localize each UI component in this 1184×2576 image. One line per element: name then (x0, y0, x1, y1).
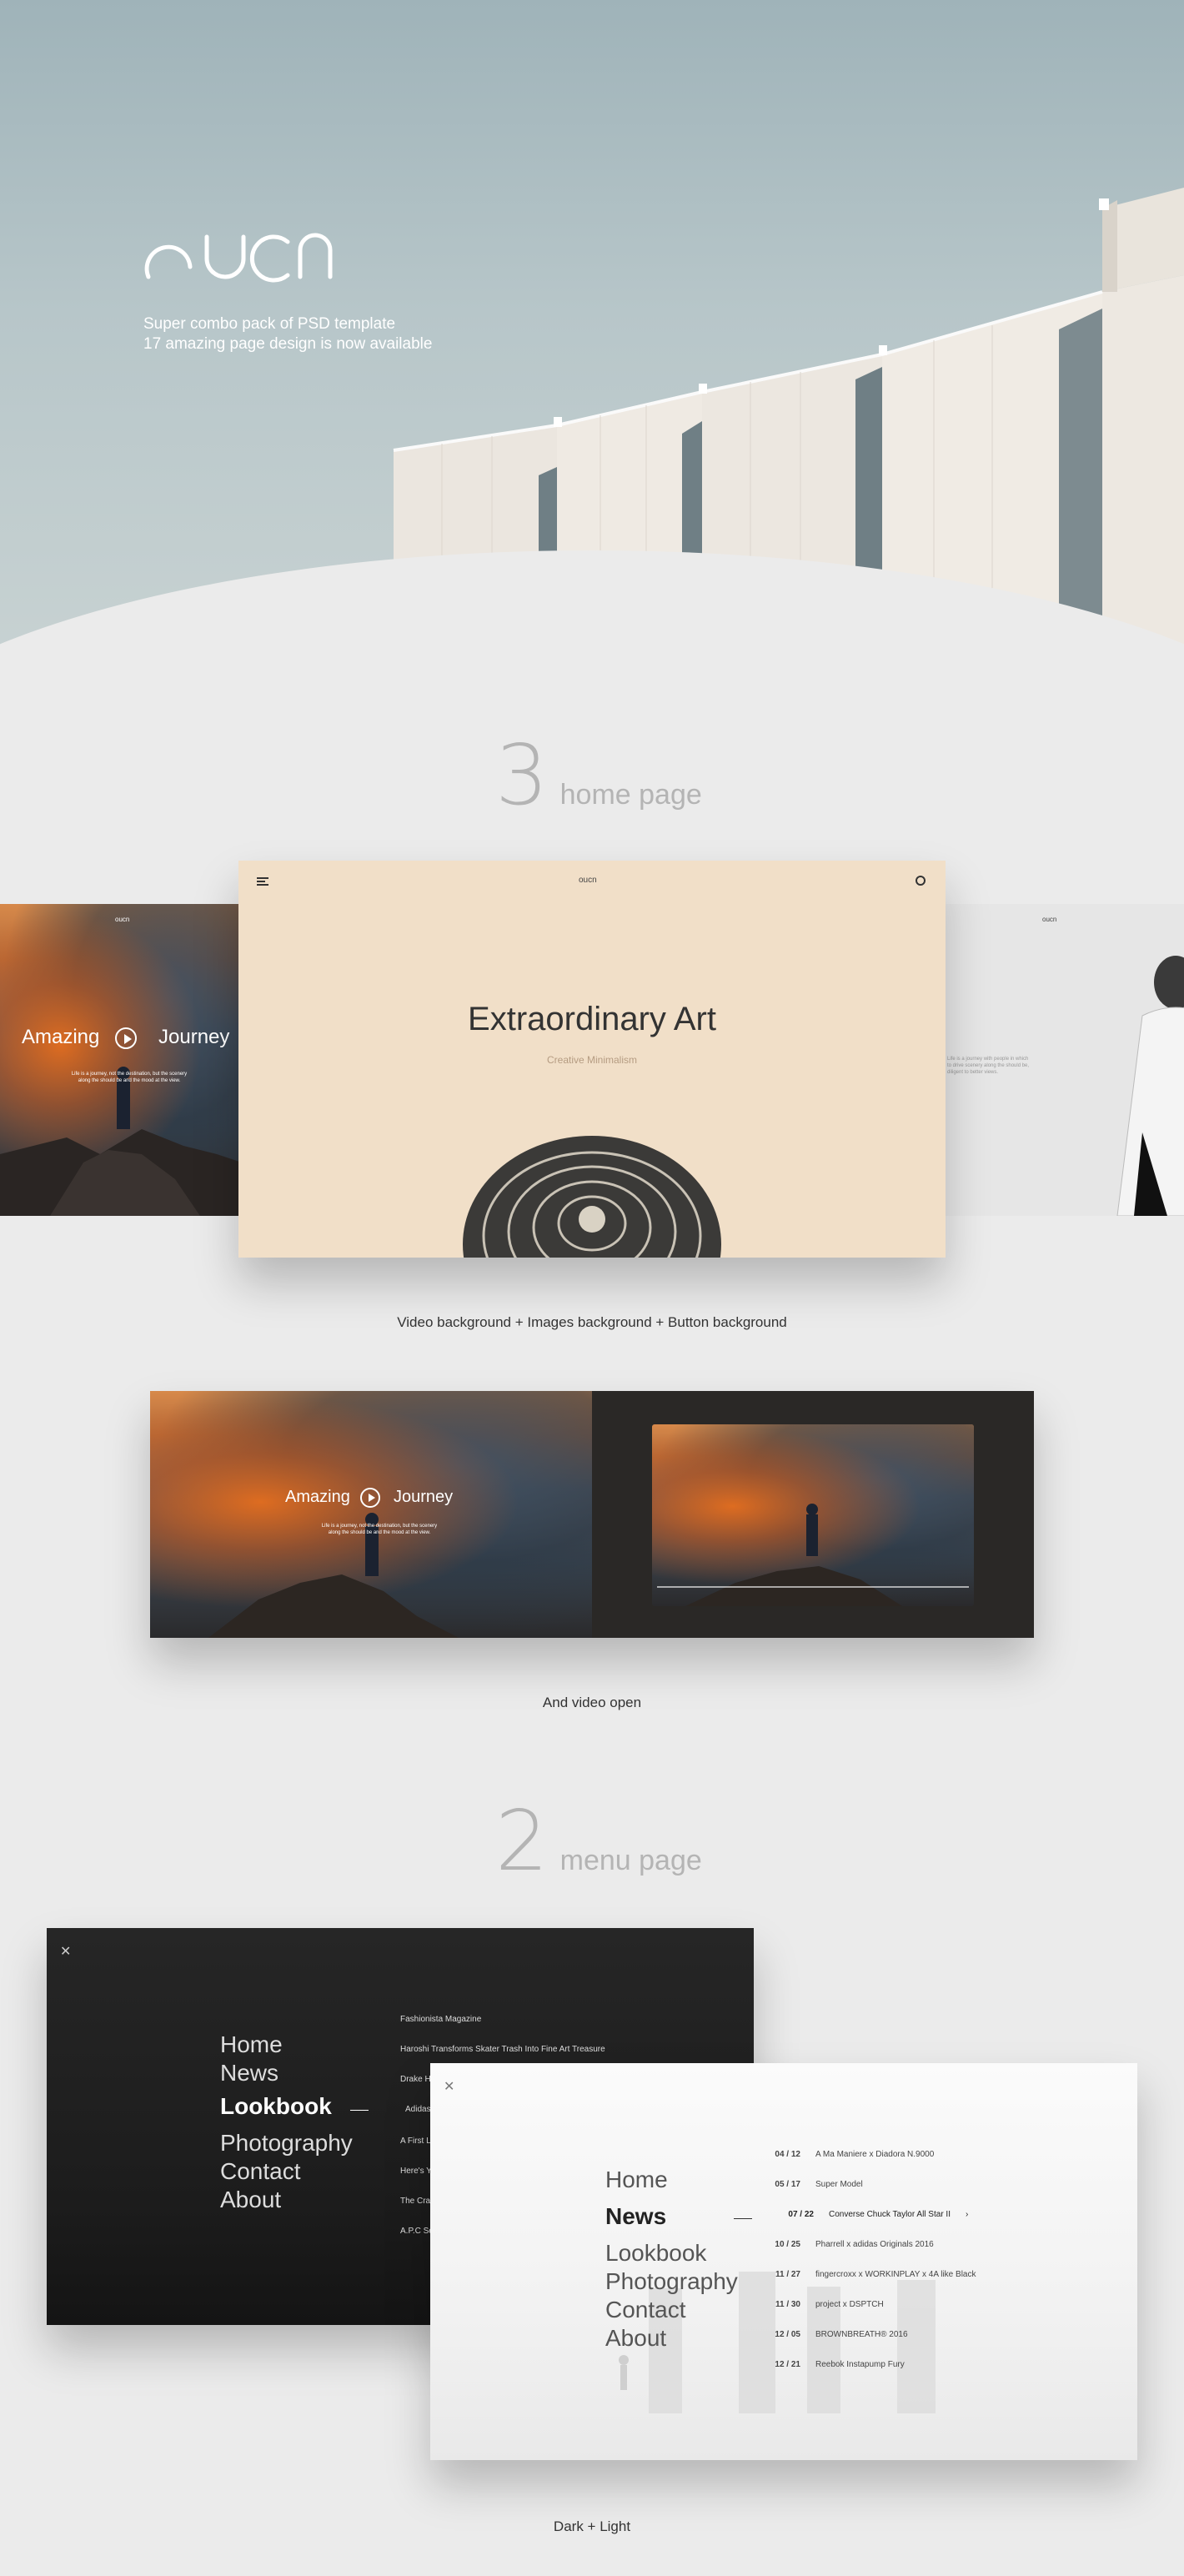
news-row[interactable]: 04 / 12 A Ma Maniere x Diadora N.9000 (770, 2150, 934, 2159)
news-date: 11 / 30 (775, 2300, 800, 2309)
close-icon[interactable]: ✕ (444, 2078, 454, 2095)
dark-side-item[interactable]: Adidas (405, 2105, 431, 2114)
chevron-right-icon: › (966, 2210, 969, 2219)
video-progress-bar[interactable] (657, 1586, 969, 1588)
news-row[interactable]: 05 / 17 Super Model (770, 2180, 863, 2189)
dark-menu-photography[interactable]: Photography (220, 2130, 353, 2157)
video-player[interactable] (652, 1424, 974, 1606)
left-preview-word-2: Journey (158, 1026, 230, 1048)
menu-section-heading: 2 menu page (495, 1800, 702, 1883)
news-title: BROWNBREATH® 2016 (815, 2330, 908, 2339)
home-section-heading: 3 home page (495, 734, 702, 817)
play-icon[interactable] (115, 1027, 137, 1049)
main-preview-logo: oucn (579, 876, 597, 885)
home-caption: Video background + Images background + B… (397, 1314, 787, 1330)
light-menu-lookbook[interactable]: Lookbook (605, 2240, 706, 2267)
active-indicator (350, 2110, 369, 2111)
play-icon[interactable] (360, 1488, 380, 1508)
dark-side-item[interactable]: Haroshi Transforms Skater Trash Into Fin… (400, 2045, 605, 2054)
news-title: A Ma Maniere x Diadora N.9000 (815, 2150, 935, 2159)
dark-menu-lookbook[interactable]: Lookbook (220, 2093, 332, 2120)
dark-side-item[interactable]: The Craz (400, 2197, 434, 2206)
dark-side-item[interactable]: Fashionista Magazine (400, 2015, 481, 2024)
left-preview-logo: oucn (115, 916, 130, 923)
video-left-pane: Amazing Journey Life is a journey, not t… (150, 1391, 592, 1638)
video-caption: And video open (542, 1695, 642, 1710)
light-menu-contact[interactable]: Contact (605, 2297, 686, 2323)
news-title: fingercroxx x WORKINPLAY x 4A like Black (815, 2270, 976, 2279)
active-indicator (734, 2218, 752, 2219)
dark-menu-contact[interactable]: Contact (220, 2158, 301, 2185)
left-preview-card: oucn Amazing Journey Life is a journey, … (0, 904, 242, 1216)
news-date: 07 / 22 (788, 2210, 814, 2219)
light-menu-card: ✕ Home News Lookbook Photography Contact… (430, 2063, 1137, 2460)
main-preview-subtitle: Creative Minimalism (546, 1054, 638, 1066)
news-title: project x DSPTCH (815, 2300, 884, 2309)
news-date: 10 / 25 (775, 2240, 800, 2249)
main-preview-title: Extraordinary Art (468, 1001, 716, 1037)
video-right-pane (592, 1391, 1034, 1638)
left-preview-blurb: Life is a journey, not the destination, … (71, 1072, 188, 1083)
video-blurb: Life is a journey, not the destination, … (321, 1524, 438, 1535)
news-row[interactable]: 11 / 27 fingercroxx x WORKINPLAY x 4A li… (770, 2270, 976, 2279)
pinecone-image (463, 1136, 721, 1258)
news-row[interactable]: 11 / 30 project x DSPTCH (770, 2300, 884, 2309)
left-preview-word-1: Amazing (22, 1026, 100, 1048)
light-menu-photography[interactable]: Photography (605, 2268, 738, 2295)
news-row[interactable]: 12 / 21 Reebok Instapump Fury (770, 2360, 905, 2369)
news-title: Converse Chuck Taylor All Star II (829, 2210, 951, 2219)
news-row[interactable]: 07 / 22 Converse Chuck Taylor All Star I… (784, 2210, 968, 2219)
video-word-2: Journey (394, 1488, 454, 1506)
section-word: menu page (559, 1845, 702, 1876)
section-number: 2 (495, 1792, 549, 1890)
news-date: 12 / 05 (775, 2330, 800, 2339)
hero-logo (144, 233, 333, 283)
news-date: 12 / 21 (775, 2360, 800, 2369)
video-preview-card: Amazing Journey Life is a journey, not t… (150, 1391, 1034, 1638)
news-date: 04 / 12 (775, 2150, 800, 2159)
news-row[interactable]: 10 / 25 Pharrell x adidas Originals 2016 (770, 2240, 934, 2249)
tagline-line-2: 17 amazing page design is now available (143, 335, 433, 353)
dark-side-item[interactable]: A.P.C Se (400, 2227, 434, 2236)
news-title: Reebok Instapump Fury (815, 2360, 905, 2369)
rock-silhouette (685, 1504, 902, 1606)
light-menu-home[interactable]: Home (605, 2167, 668, 2193)
right-preview-logo: oucn (1042, 916, 1057, 923)
close-icon[interactable]: ✕ (60, 1943, 71, 1960)
menu-icon[interactable] (257, 877, 268, 886)
news-row[interactable]: 12 / 05 BROWNBREATH® 2016 (770, 2330, 908, 2339)
main-preview-card: oucn Extraordinary Art Creative Minimali… (238, 861, 946, 1258)
news-date: 05 / 17 (775, 2180, 800, 2189)
right-preview-card: oucn Life is a journey with people in wh… (942, 904, 1184, 1216)
light-menu-news[interactable]: News (605, 2203, 666, 2230)
section-number: 3 (495, 726, 549, 824)
desert-photo (619, 2272, 936, 2413)
menu-caption: Dark + Light (553, 2518, 631, 2534)
news-title: Super Model (815, 2180, 863, 2189)
search-icon[interactable] (916, 876, 926, 886)
model-photo (1116, 956, 1184, 1216)
hero-tagline: Super combo pack of PSD template 17 amaz… (143, 314, 432, 354)
news-title: Pharrell x adidas Originals 2016 (815, 2240, 934, 2249)
light-menu-about[interactable]: About (605, 2325, 666, 2352)
dark-menu-about[interactable]: About (220, 2187, 281, 2213)
right-preview-blurb: Life is a journey with people in which t… (947, 1057, 1030, 1075)
rock-silhouette (208, 1513, 459, 1638)
tagline-line-1: Super combo pack of PSD template (143, 315, 396, 333)
section-word: home page (559, 779, 702, 811)
dark-menu-home[interactable]: Home (220, 2031, 283, 2058)
news-date: 11 / 27 (775, 2270, 800, 2279)
hero-banner: Super combo pack of PSD template 17 amaz… (0, 0, 1184, 692)
dark-menu-news[interactable]: News (220, 2060, 278, 2086)
video-word-1: Amazing (285, 1488, 350, 1506)
rock-silhouette (0, 1067, 242, 1216)
